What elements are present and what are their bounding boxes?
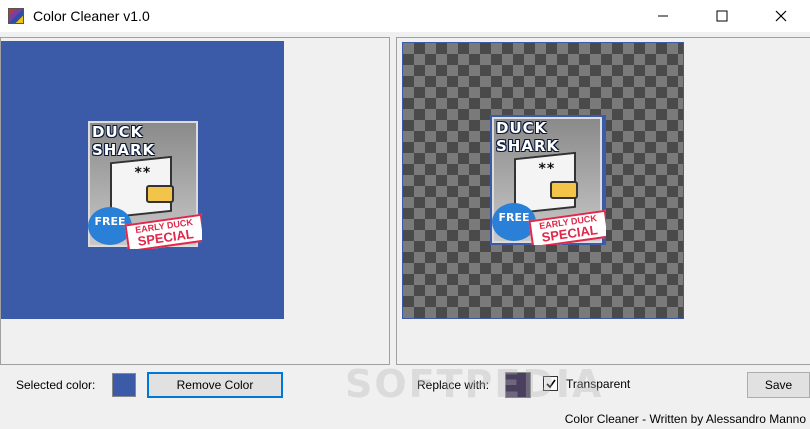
result-artwork: DUCK SHARK ** FREE EARLY DUCK SPECIAL (490, 115, 606, 245)
window-title: Color Cleaner v1.0 (33, 8, 150, 24)
status-text: Color Cleaner - Written by Alessandro Ma… (564, 412, 806, 426)
artwork-title-line1: DUCK (92, 123, 144, 141)
duck-eyes: ** (538, 161, 555, 177)
maximize-button[interactable] (699, 0, 745, 32)
app-icon (8, 8, 24, 24)
artwork-title-line2: SHARK (92, 141, 156, 159)
source-image-canvas[interactable]: DUCK SHARK ** FREE EARLY DUCK SPECIAL (1, 41, 284, 319)
source-image-panel: DUCK SHARK ** FREE EARLY DUCK SPECIAL (0, 37, 390, 365)
selected-color-swatch[interactable] (112, 373, 136, 397)
replace-with-label: Replace with: (417, 378, 490, 392)
source-artwork: DUCK SHARK ** FREE EARLY DUCK SPECIAL (86, 119, 202, 249)
maximize-icon (716, 10, 728, 22)
replace-color-swatch[interactable] (505, 372, 531, 398)
status-bar: Color Cleaner - Written by Alessandro Ma… (0, 409, 810, 429)
transparent-checkbox[interactable] (543, 376, 558, 391)
save-button[interactable]: Save (747, 372, 810, 398)
close-icon (775, 10, 787, 22)
transparent-label: Transparent (566, 377, 631, 391)
duck-beak (550, 181, 578, 199)
artwork-title-line1: DUCK (496, 119, 548, 137)
selected-color-label: Selected color: (16, 378, 96, 392)
duck-beak (146, 185, 174, 203)
result-image-panel: DUCK SHARK ** FREE EARLY DUCK SPECIAL (396, 37, 810, 365)
minimize-icon (658, 15, 668, 17)
close-button[interactable] (758, 0, 804, 32)
minimize-button[interactable] (640, 0, 686, 32)
checkmark-icon (545, 379, 556, 388)
artwork-title-line2: SHARK (496, 137, 560, 155)
controls-bar: Selected color: Remove Color Replace wit… (0, 367, 810, 407)
result-image-canvas: DUCK SHARK ** FREE EARLY DUCK SPECIAL (402, 42, 684, 319)
remove-color-button[interactable]: Remove Color (147, 372, 283, 398)
title-bar: Color Cleaner v1.0 (0, 0, 810, 32)
duck-eyes: ** (134, 165, 151, 181)
